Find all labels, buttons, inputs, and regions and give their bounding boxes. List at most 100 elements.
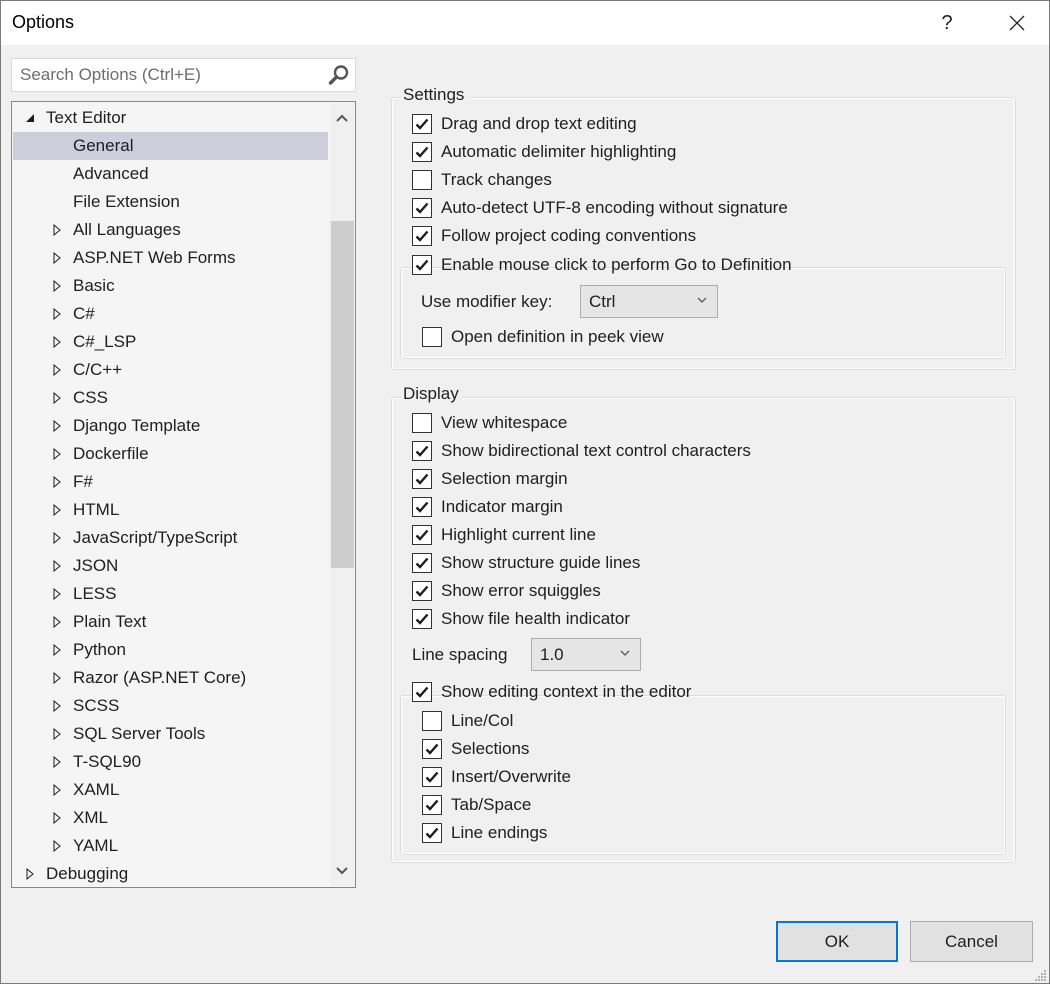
collapsed-arrow-icon[interactable] [52,532,62,544]
tree-item[interactable]: F# [13,468,328,496]
tree-item[interactable]: Plain Text [13,608,328,636]
checkbox[interactable] [412,170,432,190]
tree-item[interactable]: Basic [13,272,328,300]
expanded-arrow-icon[interactable] [25,112,35,124]
search-options-input[interactable] [12,59,322,91]
checkbox[interactable] [412,525,432,545]
checkbox[interactable] [412,441,432,461]
tree-item[interactable]: C# [13,300,328,328]
tree-item[interactable]: XAML [13,776,328,804]
collapsed-arrow-icon[interactable] [52,728,62,740]
scroll-thumb[interactable] [331,220,354,568]
collapsed-arrow-icon[interactable] [52,672,62,684]
cancel-button[interactable]: Cancel [910,921,1033,962]
tree-item[interactable]: SCSS [13,692,328,720]
tree-item[interactable]: Debugging [13,860,328,887]
collapsed-arrow-icon[interactable] [52,308,62,320]
collapsed-arrow-icon[interactable] [52,588,62,600]
checkmark-icon [425,743,439,755]
options-tree[interactable]: Debugging YAML XML XAML T-SQL90 SQL Server To… [11,101,356,888]
resize-grip-icon[interactable] [1035,969,1047,981]
checkbox[interactable] [422,739,442,759]
checkbox[interactable] [412,226,432,246]
tree-item[interactable]: YAML [13,832,328,860]
close-button[interactable] [997,9,1037,37]
line-spacing-dropdown[interactable]: 1.0 [531,638,641,671]
collapsed-arrow-icon[interactable] [52,420,62,432]
tree-item[interactable]: General [13,132,328,160]
collapsed-arrow-icon[interactable] [52,784,62,796]
collapsed-arrow-icon[interactable] [52,252,62,264]
collapsed-arrow-icon[interactable] [52,224,62,236]
collapsed-arrow-icon[interactable] [52,476,62,488]
checkbox[interactable] [422,795,442,815]
tree-item[interactable]: CSS [13,384,328,412]
tree-item[interactable]: Django Template [13,412,328,440]
tree-scrollbar[interactable] [330,103,354,886]
checkbox[interactable] [422,767,442,787]
checkbox[interactable] [412,413,432,433]
collapsed-arrow-icon[interactable] [52,812,62,824]
help-button[interactable]: ? [927,9,967,37]
checkbox-label: Tab/Space [451,795,532,814]
tree-item[interactable]: All Languages [13,216,328,244]
collapsed-arrow-icon[interactable] [25,868,35,880]
tree-item[interactable]: Python [13,636,328,664]
tree-item[interactable]: Razor (ASP.NET Core) [13,664,328,692]
display-group-title: Display [401,384,463,404]
tree-item[interactable]: C#_LSP [13,328,328,356]
collapsed-arrow-icon[interactable] [52,644,62,656]
checkmark-icon [415,686,429,698]
collapsed-arrow-icon[interactable] [52,560,62,572]
checkbox[interactable] [412,469,432,489]
tree-item[interactable]: HTML [13,496,328,524]
ok-button[interactable]: OK [776,921,898,962]
tree-item-label: File Extension [73,192,180,211]
checkbox[interactable] [412,198,432,218]
checkbox-label: Selection margin [441,469,568,488]
tree-item[interactable]: SQL Server Tools [13,720,328,748]
checkbox[interactable] [412,142,432,162]
collapsed-arrow-icon[interactable] [52,756,62,768]
settings-group-title: Settings [401,85,469,105]
tree-item[interactable]: C/C++ [13,356,328,384]
goto-definition-checkbox[interactable]: Enable mouse click to perform Go to Defi… [412,253,792,277]
tree-item[interactable]: ASP.NET Web Forms [13,244,328,272]
tree-item-label: ASP.NET Web Forms [73,248,236,267]
tree-item[interactable]: Advanced [13,160,328,188]
checkmark-icon [425,771,439,783]
checkbox[interactable] [422,711,442,731]
collapsed-arrow-icon[interactable] [52,364,62,376]
editing-context-checkbox[interactable]: Show editing context in the editor [412,680,691,704]
checkbox[interactable] [412,497,432,517]
checkbox[interactable] [412,581,432,601]
checkbox[interactable] [422,823,442,843]
tree-item[interactable]: Dockerfile [13,440,328,468]
tree-item[interactable]: LESS [13,580,328,608]
collapsed-arrow-icon[interactable] [52,616,62,628]
checkbox-label: Auto-detect UTF-8 encoding without signa… [441,198,788,217]
collapsed-arrow-icon[interactable] [52,448,62,460]
tree-item[interactable]: File Extension [13,188,328,216]
checkbox[interactable] [412,682,432,702]
checkbox[interactable] [412,114,432,134]
collapsed-arrow-icon[interactable] [52,840,62,852]
tree-item[interactable]: JSON [13,552,328,580]
scroll-down-button[interactable] [330,856,354,886]
search-icon[interactable] [328,64,350,86]
collapsed-arrow-icon[interactable] [52,336,62,348]
checkbox[interactable] [412,255,432,275]
tree-item[interactable]: T-SQL90 [13,748,328,776]
modifier-key-dropdown[interactable]: Ctrl [580,285,718,318]
checkbox[interactable] [412,609,432,629]
tree-item[interactable]: Text Editor [13,104,328,132]
checkbox[interactable] [412,553,432,573]
tree-item[interactable]: JavaScript/TypeScript [13,524,328,552]
scroll-up-button[interactable] [330,103,354,133]
collapsed-arrow-icon[interactable] [52,392,62,404]
collapsed-arrow-icon[interactable] [52,280,62,292]
tree-item[interactable]: XML [13,804,328,832]
collapsed-arrow-icon[interactable] [52,700,62,712]
checkbox[interactable] [422,327,442,347]
collapsed-arrow-icon[interactable] [52,504,62,516]
